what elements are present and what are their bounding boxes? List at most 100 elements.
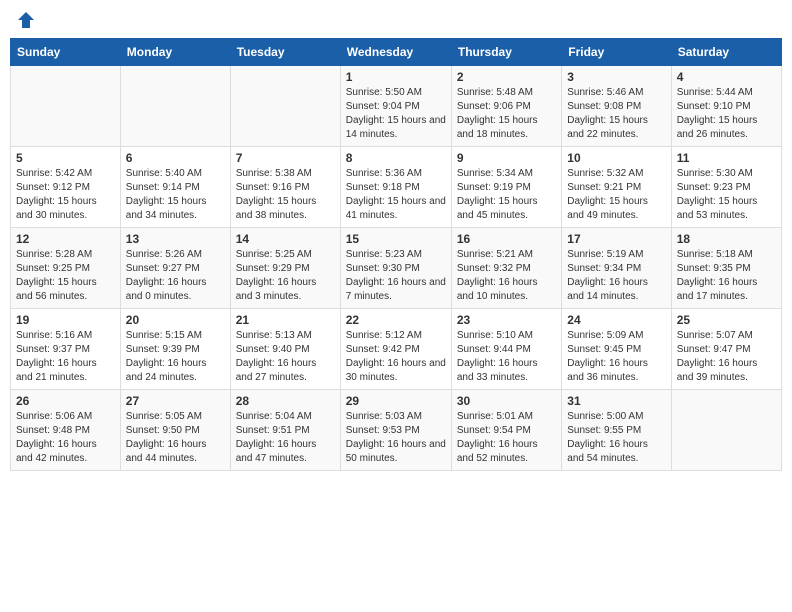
day-number: 8 xyxy=(346,151,446,165)
calendar-day-9: 9 Sunrise: 5:34 AM Sunset: 9:19 PM Daylig… xyxy=(451,147,561,228)
day-info: Sunrise: 5:16 AM Sunset: 9:37 PM Dayligh… xyxy=(16,329,115,385)
day-number: 3 xyxy=(567,70,665,84)
calendar-table: SundayMondayTuesdayWednesdayThursdayFrid… xyxy=(10,38,782,471)
calendar-day-16: 16 Sunrise: 5:21 AM Sunset: 9:32 PM Dayli… xyxy=(451,228,561,309)
day-header-thursday: Thursday xyxy=(451,39,561,66)
empty-cell xyxy=(230,66,340,147)
day-number: 11 xyxy=(677,151,776,165)
day-header-saturday: Saturday xyxy=(671,39,781,66)
calendar-day-19: 19 Sunrise: 5:16 AM Sunset: 9:37 PM Dayli… xyxy=(11,309,121,390)
day-number: 21 xyxy=(236,313,335,327)
day-number: 5 xyxy=(16,151,115,165)
calendar-day-20: 20 Sunrise: 5:15 AM Sunset: 9:39 PM Dayli… xyxy=(120,309,230,390)
day-number: 12 xyxy=(16,232,115,246)
day-number: 31 xyxy=(567,394,665,408)
day-number: 10 xyxy=(567,151,665,165)
day-info: Sunrise: 5:19 AM Sunset: 9:34 PM Dayligh… xyxy=(567,248,665,304)
calendar-day-21: 21 Sunrise: 5:13 AM Sunset: 9:40 PM Dayli… xyxy=(230,309,340,390)
calendar-day-6: 6Sunrise: 5:40 AM Sunset: 9:14 PM Daylig… xyxy=(120,147,230,228)
day-number: 29 xyxy=(346,394,446,408)
calendar-day-30: 30 Sunrise: 5:01 AM Sunset: 9:54 PM Dayli… xyxy=(451,390,561,471)
day-number: 18 xyxy=(677,232,776,246)
day-number: 23 xyxy=(457,313,556,327)
calendar-day-1: 1Sunrise: 5:50 AM Sunset: 9:04 PM Daylig… xyxy=(340,66,451,147)
calendar-day-14: 14 Sunrise: 5:25 AM Sunset: 9:29 PM Dayli… xyxy=(230,228,340,309)
day-number: 20 xyxy=(126,313,225,327)
empty-cell xyxy=(671,390,781,471)
calendar-day-23: 23 Sunrise: 5:10 AM Sunset: 9:44 PM Dayli… xyxy=(451,309,561,390)
day-number: 9 xyxy=(457,151,556,165)
day-number: 15 xyxy=(346,232,446,246)
day-info: Sunrise: 5:42 AM Sunset: 9:12 PM Dayligh… xyxy=(16,167,115,223)
calendar-day-2: 2 Sunrise: 5:48 AM Sunset: 9:06 PM Daylig… xyxy=(451,66,561,147)
calendar-day-26: 26 Sunrise: 5:06 AM Sunset: 9:48 PM Dayli… xyxy=(11,390,121,471)
day-number: 19 xyxy=(16,313,115,327)
calendar-day-7: 7 Sunrise: 5:38 AM Sunset: 9:16 PM Daylig… xyxy=(230,147,340,228)
calendar-day-4: 4 Sunrise: 5:44 AM Sunset: 9:10 PM Daylig… xyxy=(671,66,781,147)
calendar-day-13: 13 Sunrise: 5:26 AM Sunset: 9:27 PM Dayli… xyxy=(120,228,230,309)
calendar-day-17: 17Sunrise: 5:19 AM Sunset: 9:34 PM Dayli… xyxy=(562,228,671,309)
day-info: Sunrise: 5:12 AM Sunset: 9:42 PM Dayligh… xyxy=(346,329,446,385)
day-number: 27 xyxy=(126,394,225,408)
calendar-day-31: 31 Sunrise: 5:00 AM Sunset: 9:55 PM Dayli… xyxy=(562,390,671,471)
calendar-day-24: 24 Sunrise: 5:09 AM Sunset: 9:45 PM Dayli… xyxy=(562,309,671,390)
calendar-day-29: 29Sunrise: 5:03 AM Sunset: 9:53 PM Dayli… xyxy=(340,390,451,471)
page-header xyxy=(10,10,782,30)
day-info: Sunrise: 5:05 AM Sunset: 9:50 PM Dayligh… xyxy=(126,410,225,466)
empty-cell xyxy=(120,66,230,147)
day-number: 30 xyxy=(457,394,556,408)
day-info: Sunrise: 5:38 AM Sunset: 9:16 PM Dayligh… xyxy=(236,167,335,223)
day-info: Sunrise: 5:00 AM Sunset: 9:55 PM Dayligh… xyxy=(567,410,665,466)
day-info: Sunrise: 5:48 AM Sunset: 9:06 PM Dayligh… xyxy=(457,86,556,142)
calendar-week-row: 5 Sunrise: 5:42 AM Sunset: 9:12 PM Daylig… xyxy=(11,147,782,228)
day-info: Sunrise: 5:06 AM Sunset: 9:48 PM Dayligh… xyxy=(16,410,115,466)
calendar-day-28: 28 Sunrise: 5:04 AM Sunset: 9:51 PM Dayli… xyxy=(230,390,340,471)
day-info: Sunrise: 5:01 AM Sunset: 9:54 PM Dayligh… xyxy=(457,410,556,466)
day-number: 28 xyxy=(236,394,335,408)
day-number: 14 xyxy=(236,232,335,246)
calendar-day-18: 18 Sunrise: 5:18 AM Sunset: 9:35 PM Dayli… xyxy=(671,228,781,309)
calendar-week-row: 26 Sunrise: 5:06 AM Sunset: 9:48 PM Dayli… xyxy=(11,390,782,471)
day-number: 4 xyxy=(677,70,776,84)
day-info: Sunrise: 5:07 AM Sunset: 9:47 PM Dayligh… xyxy=(677,329,776,385)
day-info: Sunrise: 5:21 AM Sunset: 9:32 PM Dayligh… xyxy=(457,248,556,304)
calendar-day-15: 15Sunrise: 5:23 AM Sunset: 9:30 PM Dayli… xyxy=(340,228,451,309)
day-info: Sunrise: 5:32 AM Sunset: 9:21 PM Dayligh… xyxy=(567,167,665,223)
day-info: Sunrise: 5:25 AM Sunset: 9:29 PM Dayligh… xyxy=(236,248,335,304)
empty-cell xyxy=(11,66,121,147)
calendar-week-row: 19 Sunrise: 5:16 AM Sunset: 9:37 PM Dayli… xyxy=(11,309,782,390)
day-header-friday: Friday xyxy=(562,39,671,66)
day-number: 7 xyxy=(236,151,335,165)
day-info: Sunrise: 5:13 AM Sunset: 9:40 PM Dayligh… xyxy=(236,329,335,385)
day-number: 26 xyxy=(16,394,115,408)
day-number: 2 xyxy=(457,70,556,84)
calendar-day-10: 10 Sunrise: 5:32 AM Sunset: 9:21 PM Dayli… xyxy=(562,147,671,228)
day-number: 16 xyxy=(457,232,556,246)
day-number: 24 xyxy=(567,313,665,327)
logo-icon xyxy=(16,10,36,30)
day-header-monday: Monday xyxy=(120,39,230,66)
calendar-day-22: 22 Sunrise: 5:12 AM Sunset: 9:42 PM Dayli… xyxy=(340,309,451,390)
day-info: Sunrise: 5:40 AM Sunset: 9:14 PM Dayligh… xyxy=(126,167,225,223)
day-info: Sunrise: 5:36 AM Sunset: 9:18 PM Dayligh… xyxy=(346,167,446,223)
day-info: Sunrise: 5:28 AM Sunset: 9:25 PM Dayligh… xyxy=(16,248,115,304)
day-info: Sunrise: 5:44 AM Sunset: 9:10 PM Dayligh… xyxy=(677,86,776,142)
calendar-week-row: 1Sunrise: 5:50 AM Sunset: 9:04 PM Daylig… xyxy=(11,66,782,147)
day-info: Sunrise: 5:09 AM Sunset: 9:45 PM Dayligh… xyxy=(567,329,665,385)
day-number: 13 xyxy=(126,232,225,246)
day-info: Sunrise: 5:15 AM Sunset: 9:39 PM Dayligh… xyxy=(126,329,225,385)
day-number: 25 xyxy=(677,313,776,327)
day-info: Sunrise: 5:18 AM Sunset: 9:35 PM Dayligh… xyxy=(677,248,776,304)
day-header-wednesday: Wednesday xyxy=(340,39,451,66)
day-info: Sunrise: 5:30 AM Sunset: 9:23 PM Dayligh… xyxy=(677,167,776,223)
day-info: Sunrise: 5:34 AM Sunset: 9:19 PM Dayligh… xyxy=(457,167,556,223)
day-number: 22 xyxy=(346,313,446,327)
calendar-day-5: 5 Sunrise: 5:42 AM Sunset: 9:12 PM Daylig… xyxy=(11,147,121,228)
day-info: Sunrise: 5:50 AM Sunset: 9:04 PM Dayligh… xyxy=(346,86,446,142)
calendar-day-8: 8 Sunrise: 5:36 AM Sunset: 9:18 PM Daylig… xyxy=(340,147,451,228)
day-header-tuesday: Tuesday xyxy=(230,39,340,66)
day-info: Sunrise: 5:10 AM Sunset: 9:44 PM Dayligh… xyxy=(457,329,556,385)
day-info: Sunrise: 5:26 AM Sunset: 9:27 PM Dayligh… xyxy=(126,248,225,304)
calendar-day-3: 3Sunrise: 5:46 AM Sunset: 9:08 PM Daylig… xyxy=(562,66,671,147)
day-info: Sunrise: 5:04 AM Sunset: 9:51 PM Dayligh… xyxy=(236,410,335,466)
